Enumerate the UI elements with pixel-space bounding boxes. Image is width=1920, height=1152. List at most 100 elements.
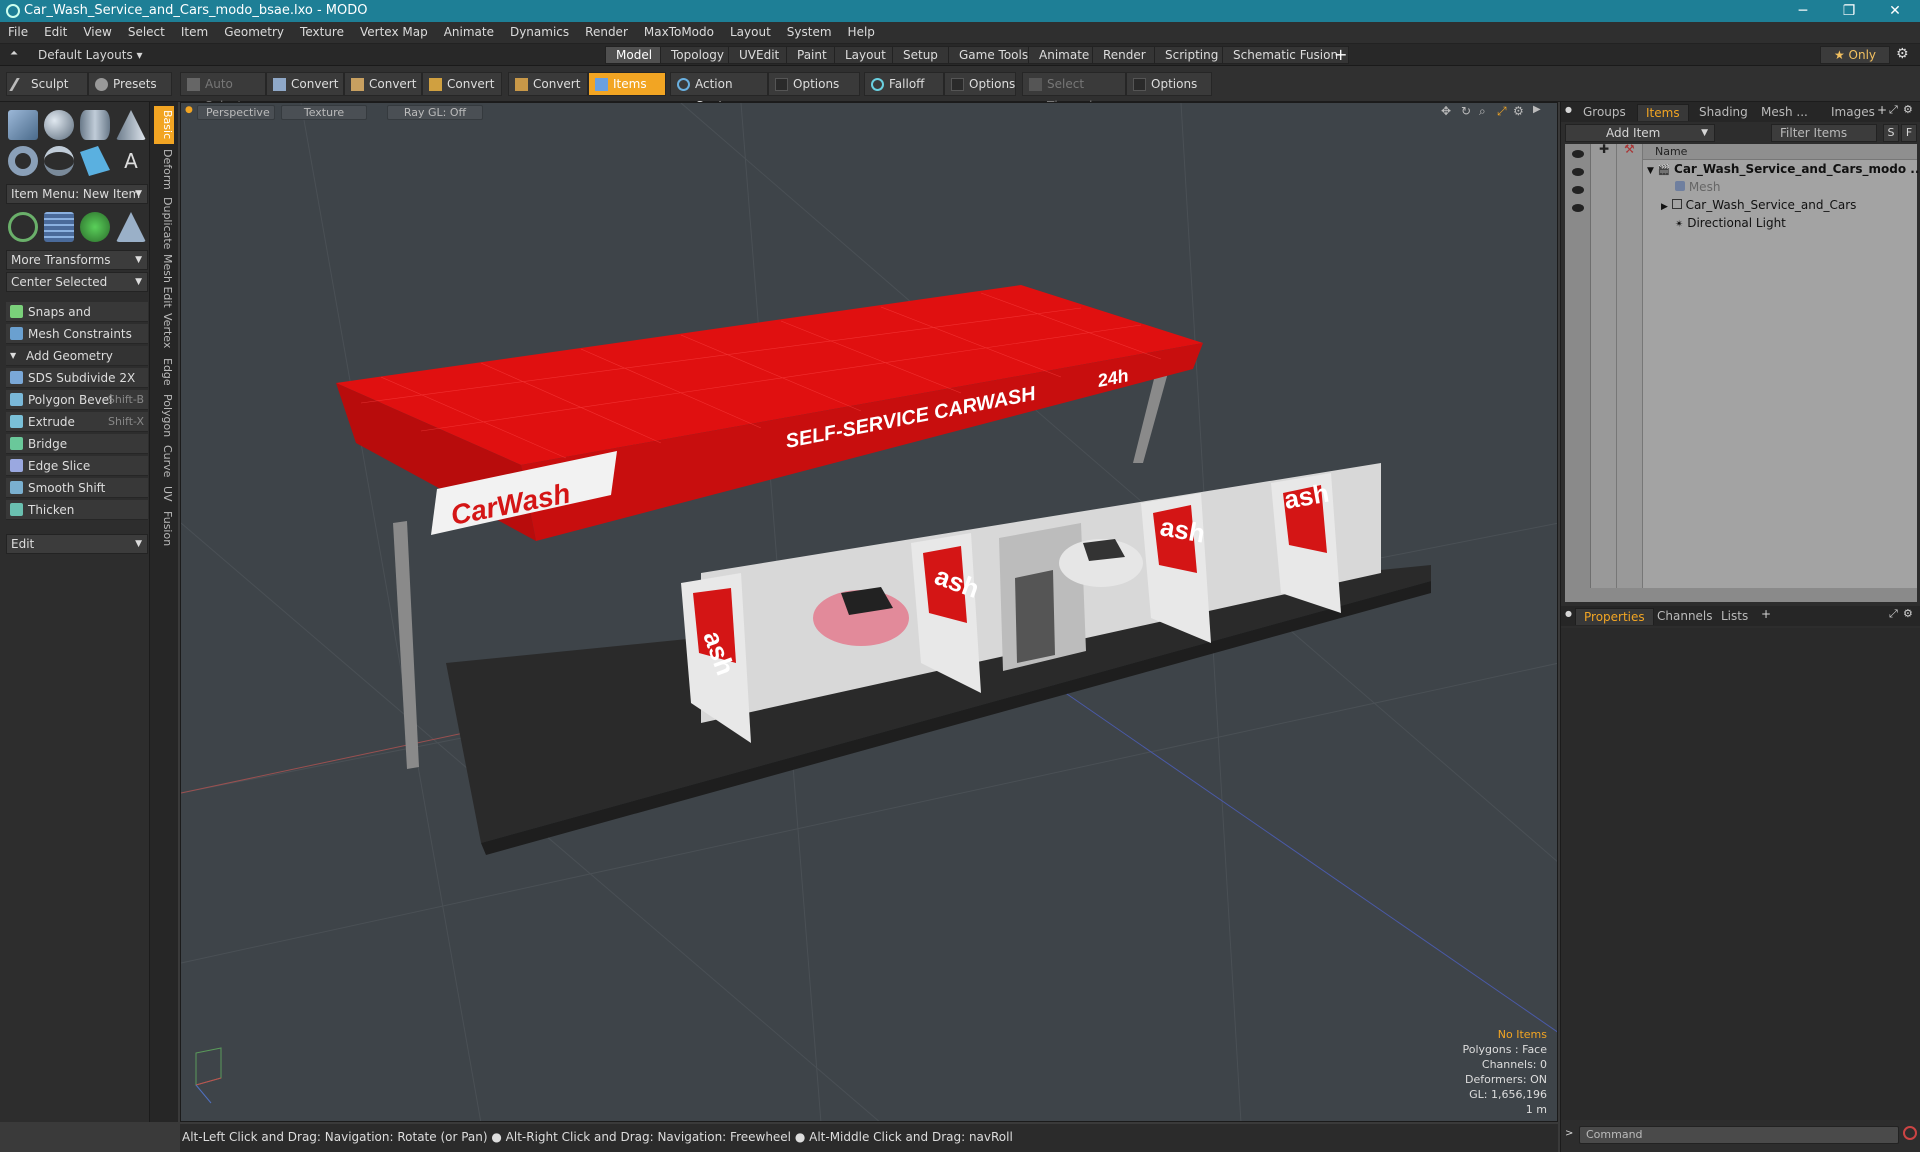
vtab-basic[interactable]: Basic <box>154 106 174 144</box>
convert-polygon-button[interactable]: Convert <box>422 72 502 96</box>
eye-icon[interactable] <box>1572 168 1584 176</box>
filter-items-input[interactable]: Filter Items <box>1771 124 1877 142</box>
panel-gear-icon[interactable]: ⚙ <box>1903 103 1913 116</box>
zoom-icon[interactable]: ⌕ <box>1479 104 1486 119</box>
raygl-button[interactable]: Ray GL: Off <box>387 105 483 120</box>
cylinder-primitive-icon[interactable] <box>80 110 110 140</box>
menu-layout[interactable]: Layout <box>722 22 779 39</box>
tree-item-group[interactable]: ▶ Car_Wash_Service_and_Cars <box>1661 198 1856 212</box>
s-filter-button[interactable]: S <box>1883 124 1899 142</box>
pan-icon[interactable]: ✥ <box>1441 104 1451 118</box>
tab-properties[interactable]: Properties <box>1575 608 1654 625</box>
tab-groups[interactable]: Groups <box>1575 104 1634 121</box>
tab-schematic-fusion[interactable]: Schematic Fusion <box>1222 46 1350 64</box>
select-through-button[interactable]: Select Through <box>1022 72 1126 113</box>
tree-item-mesh[interactable]: Mesh <box>1675 180 1720 194</box>
tab-animate[interactable]: Animate <box>1028 46 1101 64</box>
texture-button[interactable]: Texture <box>281 105 367 120</box>
command-input[interactable]: Command <box>1579 1126 1899 1144</box>
torus-primitive-icon[interactable] <box>8 146 38 176</box>
globe-tool-icon[interactable] <box>80 212 110 242</box>
layout-gear-icon[interactable]: ⚙ <box>1896 46 1909 62</box>
vtab-mesh-edit[interactable]: Mesh Edit <box>154 254 174 308</box>
name-column-header[interactable]: Name <box>1643 144 1917 160</box>
tab-topology[interactable]: Topology <box>660 46 735 64</box>
type-header-icon[interactable]: ⚒ <box>1624 142 1635 156</box>
presets-button[interactable]: Presets F6 <box>88 72 172 113</box>
record-macro-icon[interactable] <box>1903 1126 1917 1140</box>
convert-items-button[interactable]: Convert <box>508 72 588 96</box>
sculpt-button[interactable]: Sculpt <box>6 72 88 96</box>
lock-header-icon[interactable]: ✚ <box>1599 142 1609 156</box>
vtab-duplicate[interactable]: Duplicate <box>154 194 174 252</box>
grid-tool-icon[interactable] <box>44 212 74 242</box>
vtab-edge[interactable]: Edge <box>154 354 174 390</box>
item-menu-dropdown[interactable]: Item Menu: New Item ▼ <box>6 184 148 204</box>
menu-edit[interactable]: Edit <box>36 22 75 39</box>
default-layouts-dropdown[interactable]: Default Layouts ▾ <box>38 48 143 62</box>
rotate-icon[interactable]: ↻ <box>1461 104 1471 118</box>
add-panel-tab-icon[interactable]: + <box>1877 103 1887 117</box>
tree-item-scene[interactable]: ▼ 🎬 Car_Wash_Service_and_Cars_modo ... <box>1647 162 1920 176</box>
add-item-dropdown[interactable]: Add Item ▼ <box>1565 124 1715 142</box>
minimize-button[interactable]: ─ <box>1780 0 1826 22</box>
more-transforms-dropdown[interactable]: More Transforms ▼ <box>6 250 148 270</box>
expand-panel-icon[interactable]: ⤢ <box>1889 607 1898 621</box>
tab-game-tools[interactable]: Game Tools <box>948 46 1040 64</box>
tab-scripting[interactable]: Scripting <box>1154 46 1230 64</box>
only-toggle[interactable]: ★ Only <box>1820 46 1890 64</box>
menu-select[interactable]: Select <box>120 22 173 39</box>
add-geometry-header[interactable]: ▼ Add Geometry <box>6 346 148 366</box>
menu-animate[interactable]: Animate <box>436 22 502 39</box>
perspective-button[interactable]: Perspective <box>197 105 275 120</box>
center-selected-dropdown[interactable]: Center Selected ▼ <box>6 272 148 292</box>
snaps-precision-button[interactable]: Snaps and Precision <box>6 302 148 339</box>
items-mode-button[interactable]: Items <box>588 72 666 96</box>
tab-lists[interactable]: Lists <box>1713 608 1756 625</box>
tree-item-directional-light[interactable]: ✴ Directional Light <box>1675 216 1786 230</box>
tab-channels[interactable]: Channels <box>1649 608 1721 625</box>
vtab-curve[interactable]: Curve <box>154 442 174 480</box>
pen-tool-icon[interactable] <box>80 146 110 176</box>
add-tab-button[interactable]: + <box>1334 45 1347 64</box>
close-button[interactable]: ✕ <box>1872 0 1918 22</box>
menu-geometry[interactable]: Geometry <box>216 22 292 39</box>
sds-subdivide-button[interactable]: SDS Subdivide 2X <box>6 368 148 388</box>
extrude-button[interactable]: Extrude Shift-X <box>6 412 148 432</box>
panel-menu-icon[interactable]: ● <box>1565 105 1572 114</box>
eye-icon[interactable] <box>1572 150 1584 158</box>
cube-primitive-icon[interactable] <box>8 110 38 140</box>
panel-gear-icon[interactable]: ⚙ <box>1903 607 1913 620</box>
menu-maxtomodo[interactable]: MaxToModo <box>636 22 722 39</box>
tab-paint[interactable]: Paint <box>786 46 838 64</box>
capsule-primitive-icon[interactable] <box>44 146 74 176</box>
vtab-uv[interactable]: UV <box>154 482 174 506</box>
falloff-button[interactable]: Falloff <box>864 72 944 96</box>
falloff-options-button[interactable]: Options <box>944 72 1016 96</box>
menu-view[interactable]: View <box>75 22 119 39</box>
bridge-button[interactable]: Bridge <box>6 434 148 454</box>
edit-dropdown[interactable]: Edit ▼ <box>6 534 148 554</box>
menu-help[interactable]: Help <box>840 22 883 39</box>
layout-collapse-icon[interactable]: ⏶ <box>10 48 18 59</box>
expand-panel-icon[interactable]: ⤢ <box>1889 103 1898 117</box>
thicken-button[interactable]: Thicken <box>6 500 148 520</box>
tab-uvedit[interactable]: UVEdit <box>728 46 791 64</box>
vtab-vertex[interactable]: Vertex <box>154 310 174 352</box>
convert-vertex-button[interactable]: Convert <box>266 72 344 96</box>
vtab-deform[interactable]: Deform <box>154 146 174 192</box>
smooth-shift-button[interactable]: Smooth Shift <box>6 478 148 498</box>
cone-primitive-icon[interactable] <box>116 110 146 140</box>
vtab-polygon[interactable]: Polygon <box>154 392 174 440</box>
convert-edge-button[interactable]: Convert <box>344 72 422 96</box>
tab-shading[interactable]: Shading <box>1691 104 1756 121</box>
viewport-menu-icon[interactable]: ● <box>185 105 193 115</box>
f-filter-button[interactable]: F <box>1901 124 1917 142</box>
eye-icon[interactable] <box>1572 186 1584 194</box>
menu-file[interactable]: File <box>0 22 36 39</box>
pyramid-tool-icon[interactable] <box>116 212 146 242</box>
item-list-hscrollbar[interactable] <box>1565 588 1917 602</box>
menu-system[interactable]: System <box>779 22 840 39</box>
text-tool-icon[interactable]: A <box>116 146 146 176</box>
expand-arrow-icon[interactable]: ▼ <box>1647 166 1654 176</box>
